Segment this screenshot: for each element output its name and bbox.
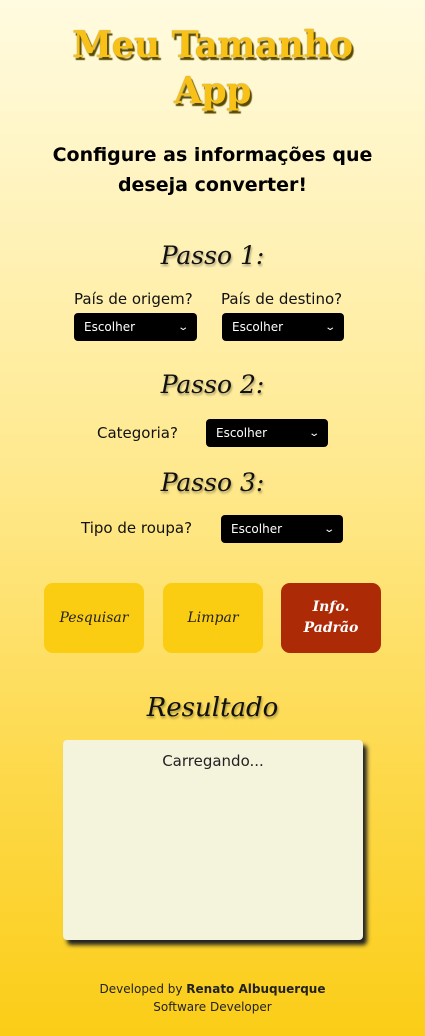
step2-title: Passo 2:	[160, 370, 265, 399]
default-info-button-line2: Padrão	[303, 620, 359, 636]
result-status: Carregando...	[162, 752, 264, 770]
chevron-down-icon: ⌄	[323, 321, 336, 333]
footer: Developed by Renato Albuquerque Software…	[0, 980, 425, 1016]
app-title-line1: Meu Tamanho	[72, 24, 353, 66]
step3-title: Passo 3:	[160, 468, 265, 497]
chevron-down-icon: ⌄	[176, 321, 189, 333]
category-value: Escolher	[216, 426, 268, 440]
default-info-button[interactable]: Info. Padrão	[281, 583, 381, 653]
clothing-type-select[interactable]: Escolher ⌄	[221, 515, 343, 543]
category-label: Categoria?	[97, 424, 178, 442]
category-select[interactable]: Escolher ⌄	[206, 419, 328, 447]
clothing-type-value: Escolher	[231, 522, 283, 536]
clear-button[interactable]: Limpar	[163, 583, 263, 653]
footer-role: Software Developer	[153, 1000, 272, 1014]
page-subtitle: Configure as informações que deseja conv…	[52, 144, 373, 196]
origin-country-label: País de origem?	[74, 290, 193, 308]
result-title: Resultado	[146, 693, 279, 723]
step1-title: Passo 1:	[160, 241, 265, 270]
destination-country-value: Escolher	[232, 320, 284, 334]
default-info-button-line1: Info.	[312, 599, 350, 615]
origin-country-select[interactable]: Escolher ⌄	[74, 313, 197, 341]
origin-country-value: Escolher	[84, 320, 136, 334]
result-panel: Carregando...	[63, 740, 363, 940]
footer-author: Renato Albuquerque	[186, 982, 326, 996]
chevron-down-icon: ⌄	[322, 523, 335, 535]
clothing-type-label: Tipo de roupa?	[81, 519, 193, 537]
destination-country-select[interactable]: Escolher ⌄	[222, 313, 344, 341]
destination-country-label: País de destino?	[221, 290, 343, 308]
app-title-line2: App	[174, 70, 251, 112]
app-title: Meu Tamanho App	[0, 22, 425, 114]
chevron-down-icon: ⌄	[307, 427, 320, 439]
footer-developed-by: Developed by	[99, 982, 183, 996]
search-button[interactable]: Pesquisar	[44, 583, 144, 653]
